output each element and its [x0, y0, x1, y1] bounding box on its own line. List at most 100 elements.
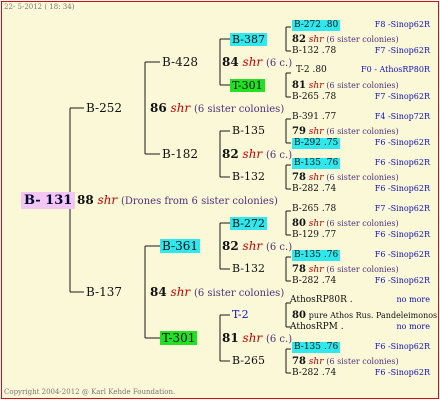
gen2-queen[interactable]: T-301: [160, 331, 198, 345]
gen2-tag: shr: [242, 55, 263, 69]
gen4-source: F7 -Sinop62R: [374, 46, 430, 55]
gen4-queen[interactable]: B-265 .78: [292, 93, 336, 102]
gen2-queen[interactable]: B-182: [162, 148, 198, 160]
gen4-queen[interactable]: B-292 .75: [292, 138, 341, 149]
gen1-tag: shr: [170, 285, 191, 299]
gen2-note: (6 c.): [265, 242, 293, 253]
gen4-queen[interactable]: B-129 .77: [292, 231, 336, 240]
gen4-source: F6 -Sinop62R: [374, 158, 430, 167]
gen1-drone-info: 84 shr (6 sister colonies): [150, 286, 284, 299]
gen3-drone-info: 78 shr (6 sister colonies): [292, 265, 399, 275]
gen1-tag: shr: [170, 101, 191, 115]
gen4-queen[interactable]: B-282 .74: [292, 369, 336, 378]
gen3-queen[interactable]: T-301: [230, 79, 265, 92]
gen3-num: 78: [292, 264, 306, 275]
gen3-tag: shr: [308, 81, 324, 91]
gen2-num: 84: [222, 55, 239, 69]
gen4-queen[interactable]: B-282 .74: [292, 185, 336, 194]
gen4-source: no more: [396, 295, 430, 304]
gen2-num: 82: [222, 147, 239, 161]
gen3-queen[interactable]: B-135: [232, 125, 265, 136]
gen4-queen[interactable]: AthosRP80R .: [290, 296, 353, 305]
gen3-tag: shr: [308, 173, 324, 183]
gen4-queen[interactable]: B-265 .78: [292, 205, 336, 214]
gen4-source: F6 -Sinop62R: [374, 276, 430, 285]
gen3-num: 79: [292, 126, 306, 137]
gen3-queen[interactable]: B-265: [232, 355, 265, 366]
root-drone-info: 88 shr (Drones from 6 sister colonies): [77, 194, 278, 207]
gen3-drone-info: 82 shr (6 sister colonies): [292, 35, 399, 45]
gen4-queen[interactable]: B-135 .76: [292, 342, 341, 353]
gen2-queen[interactable]: B-361: [160, 239, 200, 253]
gen4-source: F6 -Sinop62R: [374, 250, 430, 259]
gen3-num: 80: [292, 218, 306, 229]
gen4-source: F6 -Sinop62R: [374, 230, 430, 239]
gen2-note: (6 c.): [265, 150, 293, 161]
gen4-queen[interactable]: T-2 .80: [296, 66, 327, 75]
gen4-source: no more: [396, 322, 430, 331]
gen4-queen[interactable]: B-282 .74: [292, 277, 336, 286]
gen4-source: F6 -Sinop62R: [374, 342, 430, 351]
gen2-queen[interactable]: B-428: [162, 56, 198, 68]
gen4-queen[interactable]: AthosRPM .: [290, 323, 344, 332]
gen3-queen[interactable]: B-387: [230, 33, 267, 46]
gen1-queen[interactable]: B-137: [86, 286, 122, 298]
gen4-source: F6 -Sinop62R: [374, 184, 430, 193]
gen3-note: (6 sister colonies): [326, 127, 399, 136]
gen3-drone-info: 78 shr (6 sister colonies): [292, 357, 399, 367]
gen3-num: 80: [292, 310, 306, 321]
gen2-tag: shr: [242, 147, 263, 161]
gen1-num: 86: [150, 101, 167, 115]
gen2-drone-info: 82 shr (6 c.): [222, 148, 292, 161]
gen1-note: (6 sister colonies): [193, 104, 285, 115]
gen4-source: F6 -Sinop62R: [374, 138, 430, 147]
gen3-note: (6 sister colonies): [326, 357, 399, 366]
gen2-drone-info: 81 shr (6 c.): [222, 332, 292, 345]
gen2-tag: shr: [242, 239, 263, 253]
gen3-queen[interactable]: B-132: [232, 171, 265, 182]
report-date: 22- 5-2012 ( 18: 34): [4, 3, 75, 11]
gen2-num: 82: [222, 239, 239, 253]
root-num: 88: [77, 193, 94, 207]
gen4-source: F7 -Sinop62R: [374, 204, 430, 213]
gen3-note: (6 sister colonies): [326, 265, 399, 274]
gen2-drone-info: 84 shr (6 c.): [222, 56, 292, 69]
gen4-source: F4 -Sinop72R: [374, 112, 430, 121]
gen4-queen[interactable]: B-135 .76: [292, 250, 341, 261]
gen3-drone-info: 78 shr (6 sister colonies): [292, 173, 399, 183]
gen4-queen[interactable]: B-135 .76: [292, 158, 341, 169]
gen3-tag: shr: [308, 127, 324, 137]
root-note: (Drones from 6 sister colonies): [120, 196, 278, 207]
gen3-drone-info: 79 shr (6 sister colonies): [292, 127, 399, 137]
root-queen-label[interactable]: B- 131: [21, 192, 76, 209]
gen3-tag: shr: [308, 35, 324, 45]
gen3-drone-info: 80 shr (6 sister colonies): [292, 219, 399, 229]
gen3-queen[interactable]: B-132: [232, 263, 265, 274]
gen4-source: F6 -Sinop62R: [374, 368, 430, 377]
gen3-drone-info: 80 pure Athos Rus. Pandeleimonos: [292, 311, 437, 321]
gen3-tag: shr: [308, 265, 324, 275]
gen4-queen[interactable]: B-391 .77: [292, 113, 336, 122]
gen4-queen[interactable]: B-132 .78: [292, 47, 336, 56]
gen3-queen[interactable]: T-2: [232, 309, 249, 320]
gen3-note: (6 sister colonies): [326, 173, 399, 182]
gen3-num: 78: [292, 356, 306, 367]
gen3-queen[interactable]: B-272: [230, 217, 267, 230]
gen1-queen[interactable]: B-252: [86, 102, 122, 114]
gen4-source: F0 - AthosRP80R: [361, 65, 430, 74]
gen2-tag: shr: [242, 331, 263, 345]
gen3-note: (6 sister colonies): [326, 219, 399, 228]
gen2-note: (6 c.): [265, 58, 293, 69]
gen4-source: F7 -Sinop62R: [374, 92, 430, 101]
copyright-text: Copyright 2004-2012 @ Karl Kehde Foundat…: [4, 388, 176, 396]
gen1-note: (6 sister colonies): [193, 288, 285, 299]
root-tag: shr: [97, 193, 118, 207]
gen1-num: 84: [150, 285, 167, 299]
gen3-num: 81: [292, 80, 306, 91]
gen3-num: 82: [292, 34, 306, 45]
gen3-drone-info: 81 shr (6 sister colonies): [292, 81, 399, 91]
gen4-source: F8 -Sinop62R: [374, 20, 430, 29]
gen4-queen[interactable]: B-272 .80: [292, 20, 341, 31]
gen3-tag: shr: [308, 219, 324, 229]
gen3-note: pure Athos Rus. Pandeleimonos: [308, 311, 438, 320]
